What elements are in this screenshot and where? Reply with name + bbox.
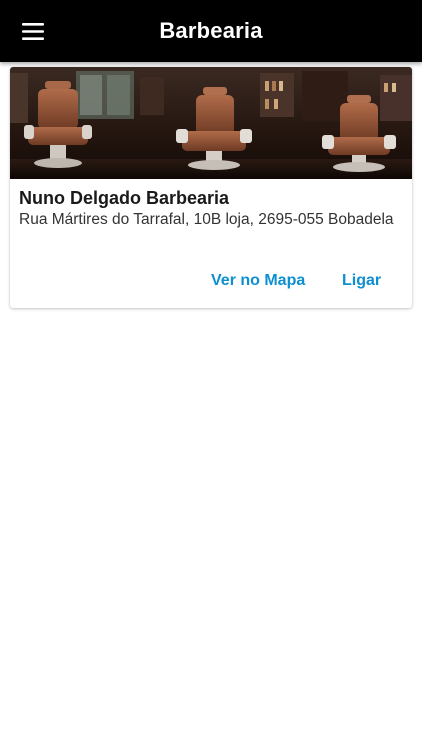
page-title: Barbearia <box>159 18 263 43</box>
barbershop-card: Nuno Delgado Barbearia Rua Mártires do T… <box>10 67 412 308</box>
call-button[interactable]: Ligar <box>342 272 381 290</box>
barbershop-address: Rua Mártires do Tarrafal, 10B loja, 2695… <box>19 211 394 228</box>
barbershop-image <box>10 67 412 179</box>
app-bar: Barbearia <box>0 0 422 62</box>
view-on-map-button[interactable]: Ver no Mapa <box>211 272 305 290</box>
barbershop-name: Nuno Delgado Barbearia <box>19 188 230 208</box>
